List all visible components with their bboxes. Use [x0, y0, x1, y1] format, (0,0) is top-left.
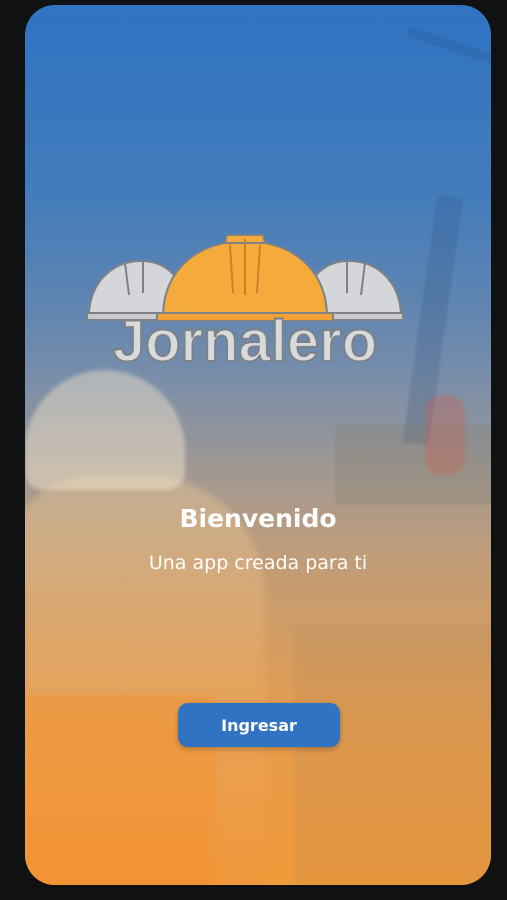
enter-button[interactable]: Ingresar — [178, 703, 340, 747]
welcome-subtitle: Una app creada para ti — [148, 552, 368, 574]
background-overlay — [25, 5, 491, 885]
welcome-title: Bienvenido — [179, 504, 337, 533]
logo-wordmark: Jornalero — [112, 309, 378, 374]
splash-screen: Jornalero Bienvenido Una app creada para… — [25, 5, 491, 885]
app-logo: Jornalero — [85, 233, 405, 393]
